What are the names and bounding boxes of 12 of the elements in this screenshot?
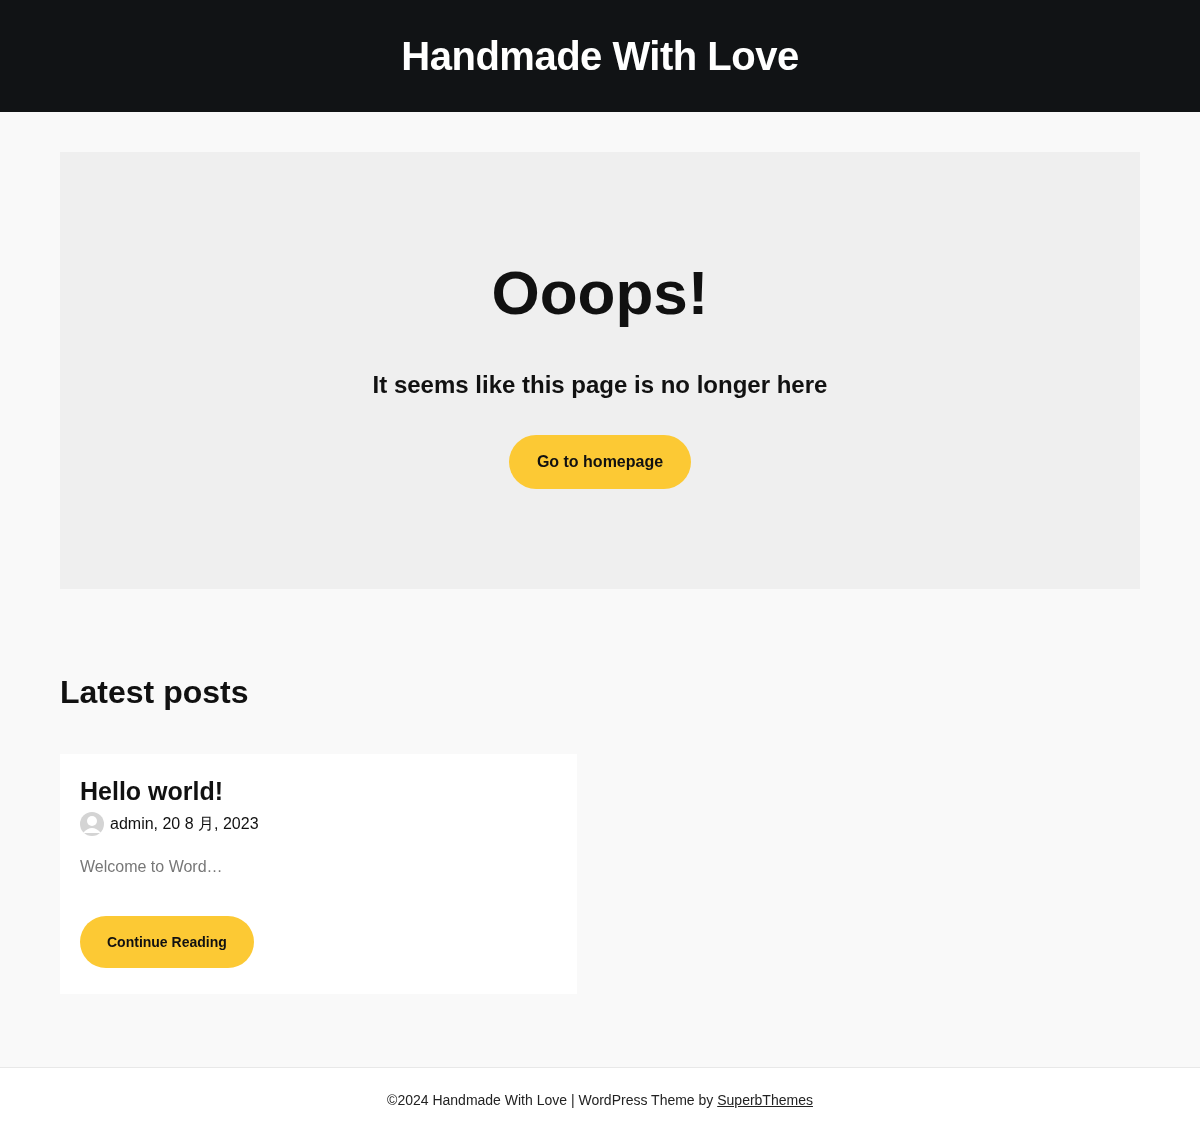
- post-excerpt: Welcome to Word…: [80, 858, 224, 876]
- avatar-icon: [80, 812, 104, 836]
- footer-text: ©2024 Handmade With Love | WordPress Theme by SuperbThemes: [387, 1092, 813, 1108]
- footer-link[interactable]: SuperbThemes: [717, 1092, 813, 1108]
- site-title[interactable]: Handmade With Love: [401, 33, 799, 79]
- homepage-button[interactable]: Go to homepage: [508, 435, 692, 489]
- error-message: It seems like this page is no longer here: [372, 371, 828, 399]
- continue-reading-button[interactable]: Continue Reading: [80, 916, 254, 968]
- post-meta: admin, 20 8 月, 2023: [110, 813, 259, 834]
- section-heading: Latest posts: [60, 673, 250, 712]
- error-title: Ooops!: [491, 257, 709, 329]
- post-title[interactable]: Hello world!: [80, 776, 557, 806]
